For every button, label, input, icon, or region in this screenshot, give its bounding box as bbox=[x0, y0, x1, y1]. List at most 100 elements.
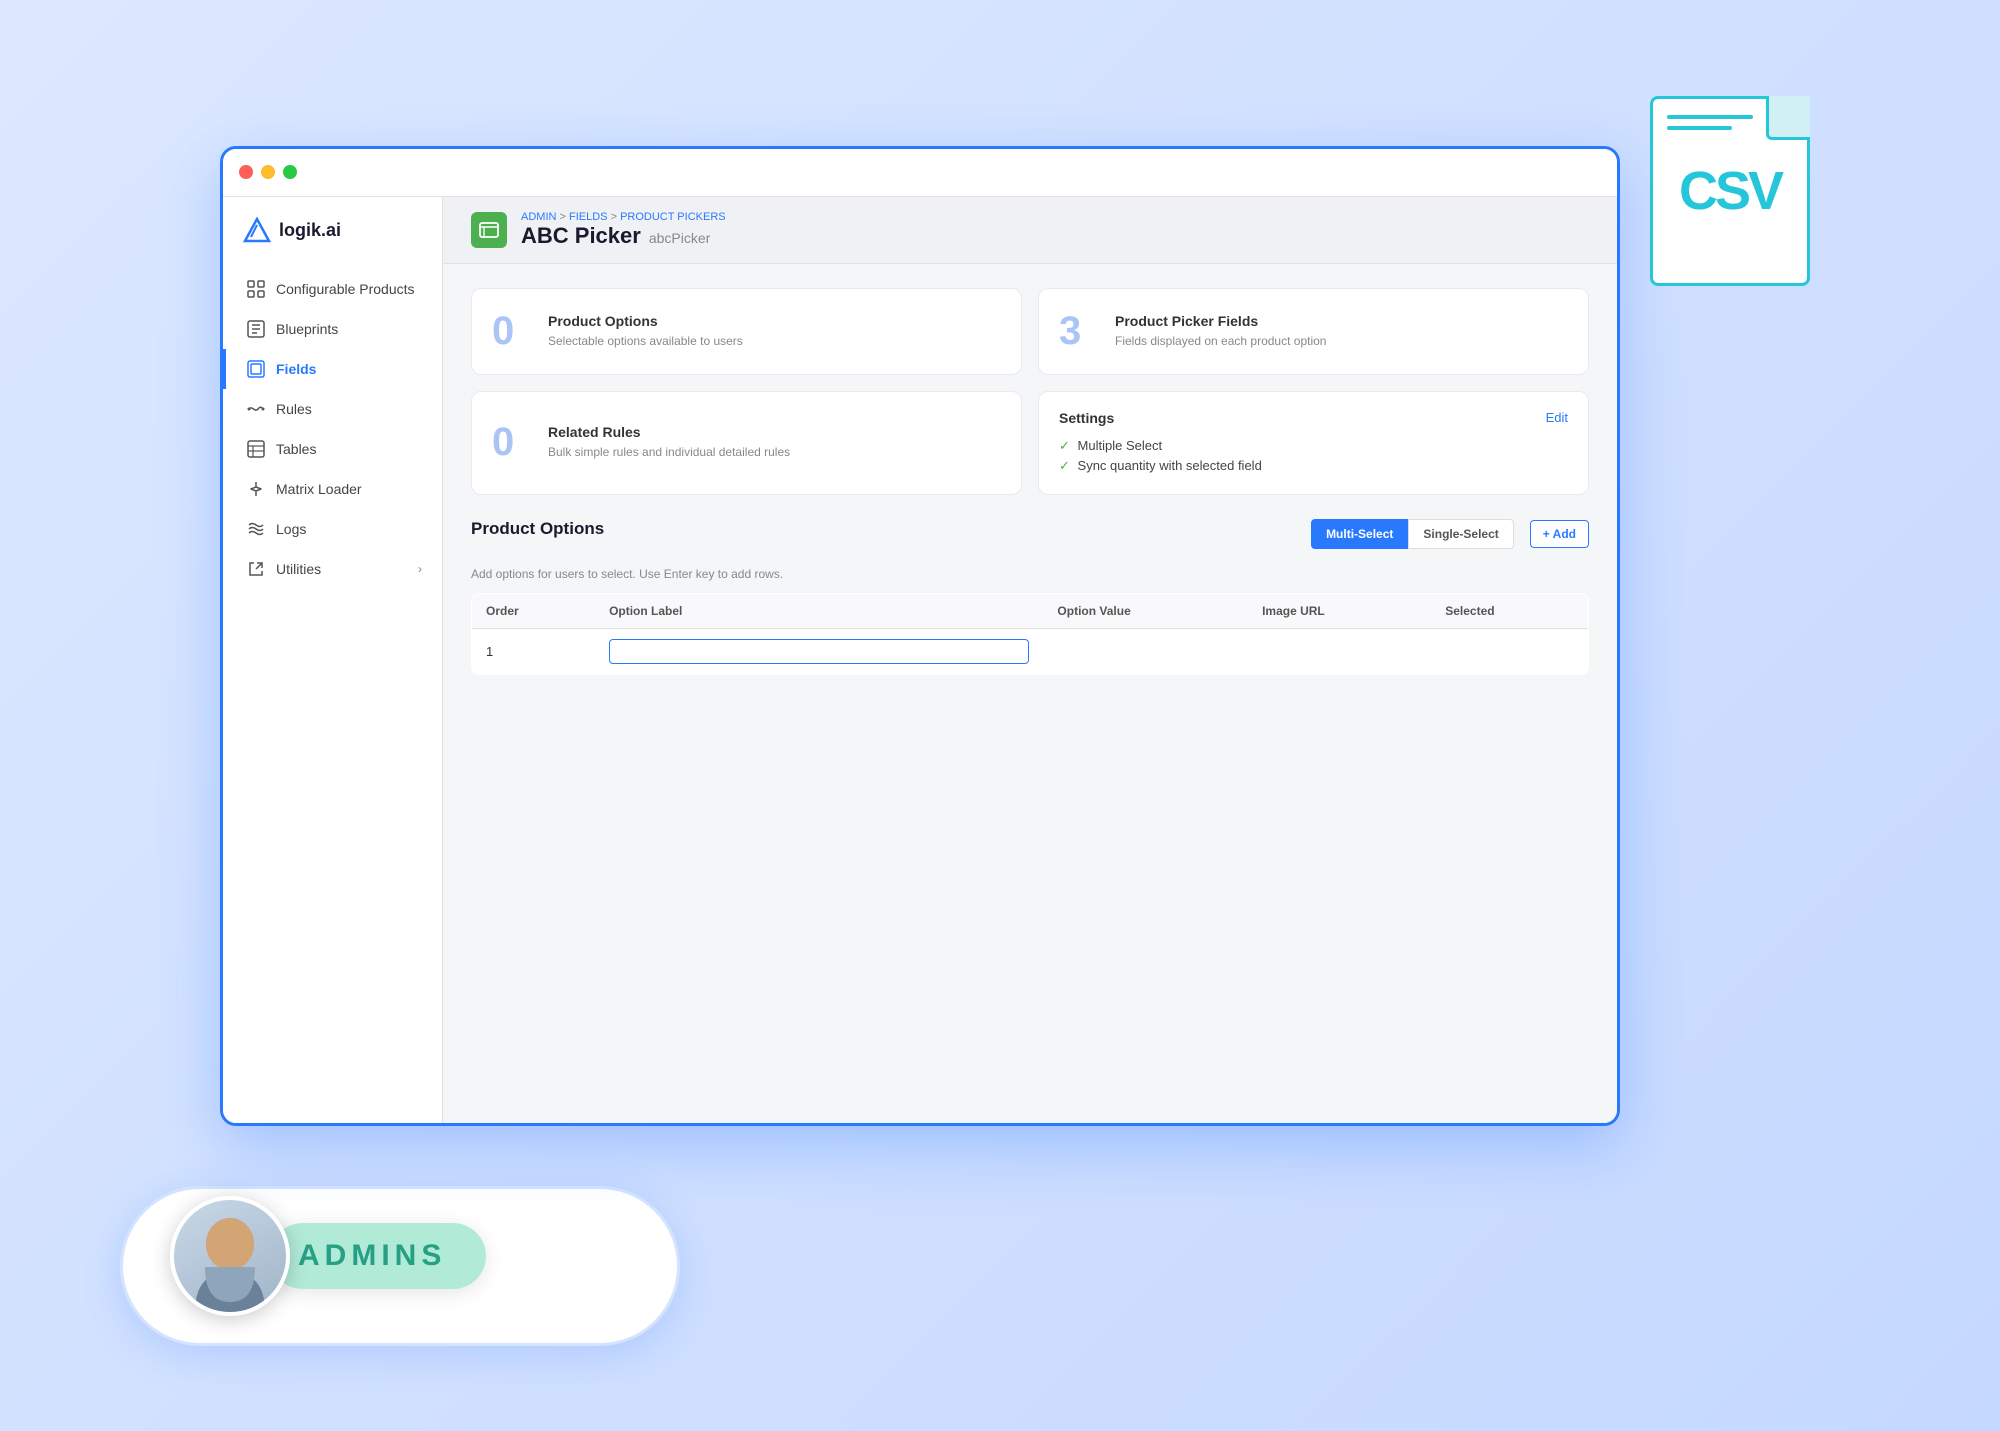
page-icon bbox=[471, 212, 507, 248]
stat-number-related-rules: 0 bbox=[492, 420, 532, 465]
stat-desc-product-picker-fields: Fields displayed on each product option bbox=[1115, 333, 1326, 350]
rules-icon bbox=[246, 399, 266, 419]
sidebar-item-logs[interactable]: Logs bbox=[223, 509, 442, 549]
stat-number-product-options: 0 bbox=[492, 309, 532, 354]
minimize-button[interactable] bbox=[261, 165, 275, 179]
sidebar: logik.ai Configurable Products Blueprint… bbox=[223, 197, 443, 1123]
add-row-button[interactable]: + Add bbox=[1530, 520, 1589, 548]
page-title: ABC Picker bbox=[521, 223, 641, 249]
admin-pill-text: ADMINS bbox=[298, 1239, 446, 1272]
page-header: ADMIN > FIELDS > PRODUCT PICKERS ABC Pic… bbox=[443, 197, 1617, 264]
sidebar-label-blueprints: Blueprints bbox=[276, 321, 338, 337]
cell-order: 1 bbox=[472, 628, 596, 674]
browser-window: logik.ai Configurable Products Blueprint… bbox=[220, 146, 1620, 1126]
field-icon bbox=[246, 359, 266, 379]
col-selected: Selected bbox=[1431, 593, 1588, 628]
settings-edit-button[interactable]: Edit bbox=[1546, 410, 1568, 425]
table-row: 1 bbox=[472, 628, 1589, 674]
admin-badge-area: ADMINS bbox=[170, 1196, 486, 1316]
browser-content: logik.ai Configurable Products Blueprint… bbox=[223, 197, 1617, 1123]
close-button[interactable] bbox=[239, 165, 253, 179]
maximize-button[interactable] bbox=[283, 165, 297, 179]
matrix-icon bbox=[246, 479, 266, 499]
stat-card-product-options[interactable]: 0 Product Options Selectable options ava… bbox=[471, 288, 1022, 375]
utilities-expand-icon: › bbox=[418, 562, 422, 576]
breadcrumb: ADMIN > FIELDS > PRODUCT PICKERS bbox=[521, 211, 726, 223]
table-header-row: Order Option Label Option Value Image UR… bbox=[472, 593, 1589, 628]
stat-info-product-options: Product Options Selectable options avail… bbox=[548, 313, 743, 350]
csv-line-1 bbox=[1667, 115, 1753, 119]
stat-title-product-options: Product Options bbox=[548, 313, 743, 329]
csv-lines bbox=[1667, 115, 1753, 130]
logo-text: logik.ai bbox=[279, 220, 341, 241]
settings-header: Settings Edit bbox=[1059, 410, 1568, 426]
select-type-toggle: Multi-Select Single-Select bbox=[1311, 519, 1514, 549]
avatar-person bbox=[185, 1212, 275, 1312]
sidebar-item-utilities[interactable]: Utilities › bbox=[223, 549, 442, 589]
stat-info-product-picker-fields: Product Picker Fields Fields displayed o… bbox=[1115, 313, 1326, 350]
csv-text: CSV bbox=[1679, 160, 1781, 222]
option-label-input[interactable] bbox=[609, 639, 1029, 664]
stat-desc-product-options: Selectable options available to users bbox=[548, 333, 743, 350]
single-select-button[interactable]: Single-Select bbox=[1408, 519, 1513, 549]
stat-info-related-rules: Related Rules Bulk simple rules and indi… bbox=[548, 424, 790, 461]
utilities-icon bbox=[246, 559, 266, 579]
checkmark-icon: ✓ bbox=[1059, 438, 1070, 453]
product-options-description: Add options for users to select. Use Ent… bbox=[471, 567, 1589, 581]
logs-icon bbox=[246, 519, 266, 539]
blueprint-icon bbox=[246, 319, 266, 339]
csv-doc-body: CSV bbox=[1650, 96, 1810, 286]
col-option-value: Option Value bbox=[1043, 593, 1248, 628]
breadcrumb-product-pickers[interactable]: PRODUCT PICKERS bbox=[620, 211, 726, 223]
stat-number-product-picker-fields: 3 bbox=[1059, 309, 1099, 354]
stat-card-product-picker-fields[interactable]: 3 Product Picker Fields Fields displayed… bbox=[1038, 288, 1589, 375]
sidebar-item-rules[interactable]: Rules bbox=[223, 389, 442, 429]
cell-option-label[interactable] bbox=[595, 628, 1043, 674]
main-content: ADMIN > FIELDS > PRODUCT PICKERS ABC Pic… bbox=[443, 197, 1617, 1123]
multi-select-button[interactable]: Multi-Select bbox=[1311, 519, 1408, 549]
col-image-url: Image URL bbox=[1248, 593, 1431, 628]
col-order: Order bbox=[472, 593, 596, 628]
breadcrumb-fields[interactable]: FIELDS bbox=[569, 211, 608, 223]
settings-title: Settings bbox=[1059, 410, 1114, 426]
csv-line-2 bbox=[1667, 126, 1732, 130]
header-text: ADMIN > FIELDS > PRODUCT PICKERS ABC Pic… bbox=[521, 211, 726, 249]
stat-title-related-rules: Related Rules bbox=[548, 424, 790, 440]
grid-icon bbox=[246, 279, 266, 299]
page-title-row: ABC Picker abcPicker bbox=[521, 223, 726, 249]
sidebar-label-utilities: Utilities bbox=[276, 561, 321, 577]
table-body: 1 bbox=[472, 628, 1589, 674]
breadcrumb-admin[interactable]: ADMIN bbox=[521, 211, 556, 223]
cell-option-value bbox=[1043, 628, 1248, 674]
traffic-lights bbox=[239, 165, 297, 179]
stat-card-related-rules[interactable]: 0 Related Rules Bulk simple rules and in… bbox=[471, 391, 1022, 495]
tables-icon bbox=[246, 439, 266, 459]
sidebar-label-rules: Rules bbox=[276, 401, 312, 417]
browser-titlebar bbox=[223, 149, 1617, 197]
settings-item-sync-quantity: ✓ Sync quantity with selected field bbox=[1059, 456, 1568, 476]
cell-selected bbox=[1431, 628, 1588, 674]
sidebar-label-logs: Logs bbox=[276, 521, 306, 537]
logo: logik.ai bbox=[223, 217, 442, 269]
product-options-table: Order Option Label Option Value Image UR… bbox=[471, 593, 1589, 675]
csv-corner bbox=[1766, 96, 1810, 140]
stat-desc-related-rules: Bulk simple rules and individual detaile… bbox=[548, 444, 790, 461]
logo-icon bbox=[243, 217, 271, 245]
section-header: Product Options Multi-Select Single-Sele… bbox=[471, 519, 1589, 559]
settings-card: Settings Edit ✓ Multiple Select ✓ Sync q… bbox=[1038, 391, 1589, 495]
sidebar-label-configurable-products: Configurable Products bbox=[276, 281, 415, 297]
sidebar-item-tables[interactable]: Tables bbox=[223, 429, 442, 469]
sidebar-label-matrix-loader: Matrix Loader bbox=[276, 481, 362, 497]
stat-title-product-picker-fields: Product Picker Fields bbox=[1115, 313, 1326, 329]
sidebar-item-matrix-loader[interactable]: Matrix Loader bbox=[223, 469, 442, 509]
product-options-title: Product Options bbox=[471, 519, 604, 539]
sidebar-item-configurable-products[interactable]: Configurable Products bbox=[223, 269, 442, 309]
avatar bbox=[170, 1196, 290, 1316]
sidebar-item-fields[interactable]: Fields bbox=[223, 349, 442, 389]
sidebar-label-tables: Tables bbox=[276, 441, 316, 457]
table-header: Order Option Label Option Value Image UR… bbox=[472, 593, 1589, 628]
admin-pill: ADMINS bbox=[270, 1223, 486, 1289]
csv-document: CSV bbox=[1650, 66, 1850, 286]
sidebar-item-blueprints[interactable]: Blueprints bbox=[223, 309, 442, 349]
product-options-section: Product Options Multi-Select Single-Sele… bbox=[443, 495, 1617, 699]
